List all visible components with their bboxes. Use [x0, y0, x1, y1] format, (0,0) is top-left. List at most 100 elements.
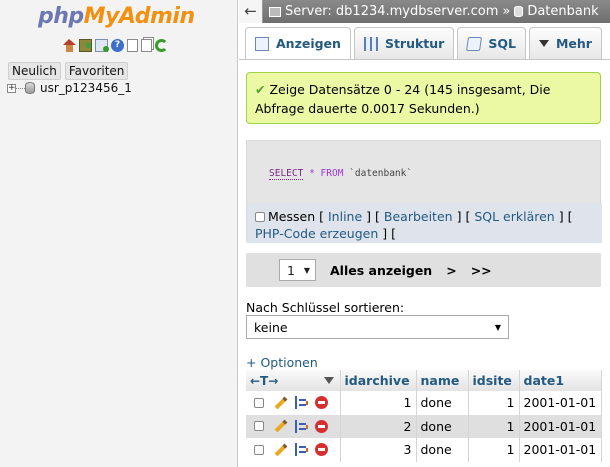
breadcrumb-server[interactable]: Server: db1234.mydbserver.com [285, 4, 498, 19]
phpmyadmin-logo[interactable]: phpMyAdmin [38, 4, 195, 29]
copy-icon[interactable] [295, 419, 308, 433]
structure-icon [363, 36, 378, 51]
breadcrumb-separator: » [502, 4, 511, 19]
browse-icon [255, 36, 269, 51]
chevron-down-icon: ▼ [303, 265, 310, 275]
database-icon [25, 82, 35, 94]
sql-query-box: SELECT * FROM `datenbank` Messen [ Inlin… [246, 140, 602, 243]
success-text: Zeige Datensätze 0 - 24 (145 insgesamt, … [255, 82, 551, 116]
cell-date1: 2001-01-01 [519, 391, 602, 415]
database-tree-item[interactable]: + usr_p123456_1 [7, 81, 132, 95]
tab-label: Anzeigen [276, 36, 341, 51]
success-message: ✔ Zeige Datensätze 0 - 24 (145 insgesamt,… [246, 72, 601, 124]
table-row: 2 done 1 2001-01-01 [246, 414, 602, 438]
sql-query[interactable]: SELECT * FROM `datenbank` [269, 168, 413, 180]
profiling-checkbox[interactable] [255, 212, 265, 222]
tab-label: SQL [488, 36, 516, 51]
cell-idsite: 1 [468, 438, 520, 462]
server-icon [269, 6, 281, 17]
expand-icon[interactable]: + [7, 83, 16, 93]
page-select[interactable]: 1 ▼ [279, 259, 316, 281]
column-header-idarchive[interactable]: idarchive [340, 370, 417, 391]
column-header-name[interactable]: name [416, 370, 469, 391]
edit-query-link[interactable]: Bearbeiten [384, 209, 453, 224]
navigation-tabs: Neulich Favoriten [8, 62, 129, 80]
row-actions [246, 438, 341, 462]
navigation-panel: phpMyAdmin ? Neulich Favoriten + usr_p12… [0, 0, 238, 467]
sql-query-links: Messen [ Inline ] [ Bearbeiten ] [ SQL e… [247, 203, 602, 243]
sort-by-key-select[interactable]: keine ▼ [246, 315, 509, 339]
cell-date1: 2001-01-01 [519, 414, 602, 438]
copy-icon[interactable] [295, 396, 308, 410]
database-icon [514, 6, 524, 17]
check-icon: ✔ [255, 82, 266, 97]
tab-divider [239, 59, 610, 60]
logout-icon[interactable] [79, 39, 92, 52]
action-column-header: ←T→ [246, 370, 341, 391]
column-arrows-icon[interactable]: ←T→ [250, 374, 278, 388]
row-checkbox[interactable] [254, 397, 264, 408]
tab-bar: Anzeigen Struktur SQL Mehr [245, 27, 605, 59]
profiling-label[interactable]: Messen [268, 209, 315, 224]
delete-icon[interactable] [315, 419, 328, 433]
cell-date1: 2001-01-01 [519, 438, 602, 462]
sql-keyword-from: FROM [320, 168, 344, 179]
cell-idsite: 1 [468, 391, 520, 415]
row-actions [246, 391, 341, 415]
tab-more[interactable]: Mehr [528, 27, 602, 59]
tab-sql[interactable]: SQL [457, 27, 526, 59]
column-header-date1[interactable]: date1 [519, 370, 602, 391]
query-window-icon[interactable] [95, 39, 109, 52]
chevron-down-icon[interactable] [323, 377, 334, 384]
breadcrumb-bar: ← Server: db1234.mydbserver.com » Datenb… [239, 0, 610, 23]
cell-name: done [416, 438, 469, 462]
cell-name: done [416, 391, 469, 415]
navigation-icons: ? [63, 39, 168, 52]
pencil-icon[interactable] [274, 419, 288, 433]
copy-icon[interactable] [295, 443, 308, 457]
favorites-button[interactable]: Favoriten [64, 62, 129, 80]
delete-icon[interactable] [315, 443, 328, 457]
next-page-button[interactable]: > [446, 263, 456, 278]
create-php-code-link[interactable]: PHP-Code erzeugen [255, 226, 378, 241]
cell-idarchive: 3 [340, 438, 417, 462]
breadcrumb-database[interactable]: Datenbank [527, 4, 598, 19]
pagination-bar: 1 ▼ Alles anzeigen > >> [246, 253, 601, 287]
sort-label: Nach Schlüssel sortieren: [246, 300, 405, 315]
inline-edit-link[interactable]: Inline [328, 209, 362, 224]
sql-icon [466, 36, 483, 51]
sql-table-name: `datenbank` [349, 168, 413, 179]
reload-icon[interactable] [155, 39, 168, 52]
column-header-idsite[interactable]: idsite [468, 370, 520, 391]
cell-name: done [416, 414, 469, 438]
sql-keyword-select[interactable]: SELECT [269, 168, 304, 180]
row-actions [246, 414, 341, 438]
last-page-button[interactable]: >> [471, 263, 492, 278]
database-tree-label[interactable]: usr_p123456_1 [40, 81, 132, 95]
main-panel: ← Server: db1234.mydbserver.com » Datenb… [239, 0, 610, 467]
table-row: 3 done 1 2001-01-01 [246, 438, 602, 462]
options-link[interactable]: + Optionen [246, 355, 318, 370]
row-checkbox[interactable] [254, 421, 264, 432]
tab-browse[interactable]: Anzeigen [245, 27, 351, 59]
show-all-button[interactable]: Alles anzeigen [330, 263, 432, 278]
tree-connector [16, 87, 25, 89]
delete-icon[interactable] [315, 396, 328, 410]
settings-icon[interactable] [141, 39, 152, 52]
sql-star: * [309, 168, 315, 179]
chevron-down-icon [538, 40, 549, 47]
collapse-navigation-button[interactable]: ← [239, 0, 263, 23]
cell-idarchive: 2 [340, 414, 417, 438]
docs-icon[interactable] [127, 39, 138, 52]
recent-button[interactable]: Neulich [8, 62, 61, 80]
explain-sql-link[interactable]: SQL erklären [474, 209, 554, 224]
cell-idsite: 1 [468, 414, 520, 438]
page-select-value: 1 [287, 262, 295, 278]
pencil-icon[interactable] [274, 396, 288, 410]
pencil-icon[interactable] [274, 443, 288, 457]
home-icon[interactable] [63, 39, 76, 52]
help-icon[interactable]: ? [111, 39, 124, 52]
tab-structure[interactable]: Struktur [353, 27, 455, 59]
breadcrumb: Server: db1234.mydbserver.com » Datenban… [263, 4, 599, 19]
row-checkbox[interactable] [254, 444, 264, 455]
